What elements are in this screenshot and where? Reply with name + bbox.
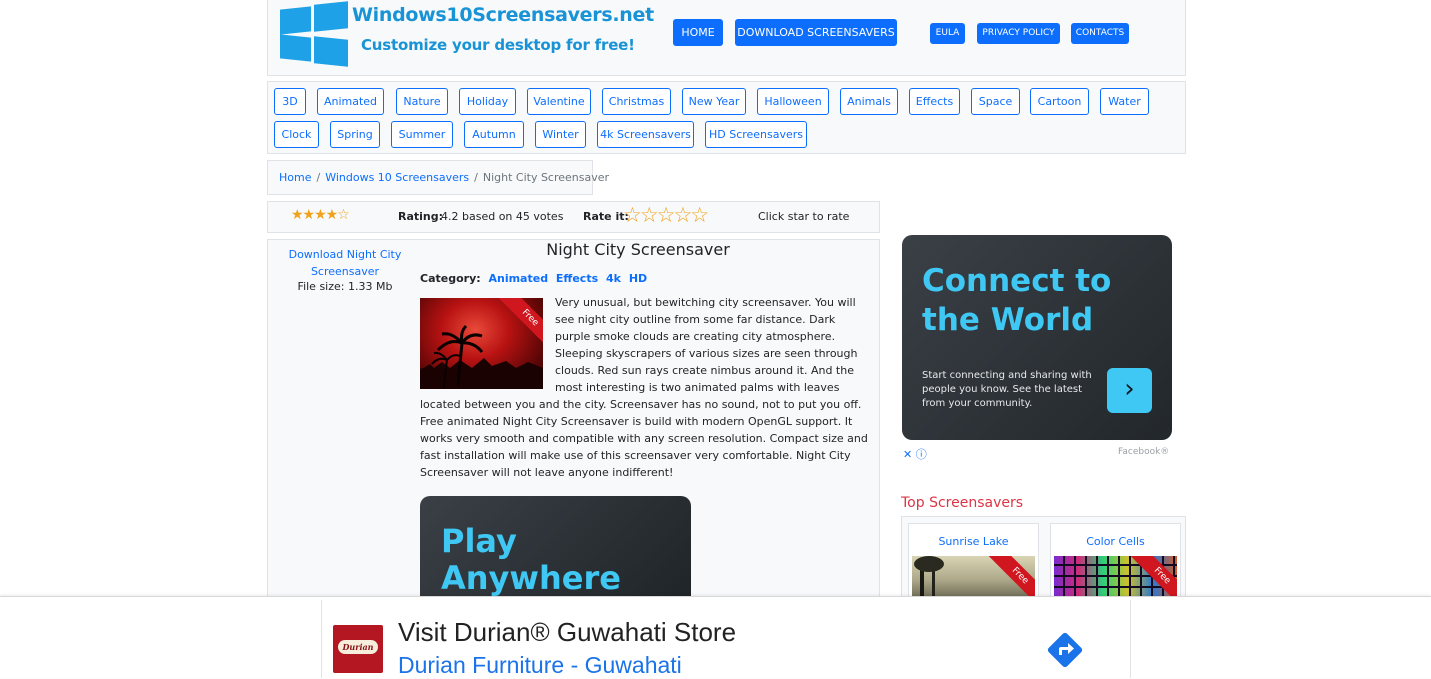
play-ad-line2: Anywhere [441,559,621,597]
category-button-valentine[interactable]: Valentine [527,88,591,115]
category-button-4k[interactable]: 4k Screensavers [597,121,694,148]
banner-title[interactable]: Visit Durian® Guwahati Store [398,617,736,648]
category-button-nature[interactable]: Nature [396,88,448,115]
rating-label: Rating: [398,210,444,223]
category-button-christmas[interactable]: Christmas [602,88,671,115]
category-button-animals[interactable]: Animals [840,88,898,115]
site-tagline: Customize your desktop for free! [361,36,635,54]
category-link-4k[interactable]: 4k [606,272,621,285]
breadcrumb-separator: / [316,171,321,184]
top-screensaver-card[interactable]: Color Cells Free [1050,523,1181,608]
right-ad-headline[interactable]: Connect to the World [922,262,1111,340]
top-screensaver-label[interactable]: Sunrise Lake [909,535,1038,548]
nav-privacy-button[interactable]: PRIVACY POLICY [977,23,1060,44]
category-panel: 3D Animated Nature Holiday Valentine Chr… [267,81,1186,154]
download-link[interactable]: Download Night City Screensaver [285,246,405,280]
rating-value: 4.2 based on 45 votes [441,210,564,223]
category-button-halloween[interactable]: Halloween [757,88,829,115]
banner-subtitle[interactable]: Durian Furniture - Guwahati [398,652,682,679]
category-button-3d[interactable]: 3D [274,88,306,115]
category-button-space[interactable]: Space [971,88,1020,115]
site-title[interactable]: Windows10Screensavers.net [352,4,654,26]
chevron-right-icon[interactable]: › [1107,368,1152,413]
file-size: File size: 1.33 Mb [297,280,393,293]
category-label: Category: [420,272,481,285]
category-button-water[interactable]: Water [1100,88,1149,115]
screensaver-title: Night City Screensaver [546,240,730,259]
category-button-animated[interactable]: Animated [317,88,384,115]
category-link-effects[interactable]: Effects [556,272,598,285]
play-ad-headline[interactable]: Play Anywhere [441,523,621,597]
windows-logo-icon[interactable] [280,0,348,67]
directions-icon[interactable] [1046,631,1084,669]
rate-hint: Click star to rate [758,210,850,223]
category-link-hd[interactable]: HD [629,272,647,285]
right-ad-line1: Connect to [922,263,1112,299]
screensaver-thumbnail[interactable]: Free [420,298,543,389]
ad-source-label: Facebook® [1118,447,1170,457]
top-screensaver-label[interactable]: Color Cells [1051,535,1180,548]
category-button-effects[interactable]: Effects [909,88,960,115]
breadcrumb-current: Night City Screensaver [482,171,610,184]
category-button-autumn[interactable]: Autumn [464,121,524,148]
nav-download-button[interactable]: DOWNLOAD SCREENSAVERS [735,19,897,46]
top-screensavers-heading: Top Screensavers [901,495,1024,511]
right-ad-line2: the World [922,302,1094,338]
category-button-cartoon[interactable]: Cartoon [1030,88,1089,115]
breadcrumb: Home / Windows 10 Screensavers / Night City … [267,160,609,195]
breadcrumb-home-link[interactable]: Home [279,171,311,184]
average-rating-stars: ★★★★☆ [291,207,350,223]
category-button-new-year[interactable]: New Year [682,88,746,115]
rate-it-label: Rate it: [583,210,629,223]
rating-bar: ★★★★☆ Rating: 4.2 based on 45 votes Rate… [267,201,880,233]
category-button-hd[interactable]: HD Screensavers [705,121,807,148]
top-screensaver-card[interactable]: Sunrise Lake Free [908,523,1039,608]
breadcrumb-separator: / [474,171,478,184]
nav-contacts-button[interactable]: CONTACTS [1071,23,1129,44]
category-button-winter[interactable]: Winter [535,121,586,148]
nav-eula-button[interactable]: EULA [930,23,965,44]
category-button-spring[interactable]: Spring [330,121,380,148]
category-button-clock[interactable]: Clock [274,121,319,148]
durian-logo[interactable]: Durian [333,625,383,673]
category-link-animated[interactable]: Animated [488,272,548,285]
category-button-holiday[interactable]: Holiday [459,88,516,115]
play-ad-line1: Play [441,522,517,560]
ad-choices-icon[interactable]: ✕ ⓘ [903,446,927,462]
durian-logo-text: Durian [338,640,378,654]
rate-stars-input[interactable]: ☆☆☆☆☆ [623,203,709,227]
breadcrumb-section-link[interactable]: Windows 10 Screensavers [325,171,469,184]
nav-home-button[interactable]: HOME [673,19,723,46]
category-button-summer[interactable]: Summer [391,121,453,148]
category-line: Category: Animated Effects 4k HD [420,272,647,285]
top-screensavers-panel: Sunrise Lake Free Color Cells Free [901,516,1186,608]
right-ad-body: Start connecting and sharing with people… [922,370,1092,409]
